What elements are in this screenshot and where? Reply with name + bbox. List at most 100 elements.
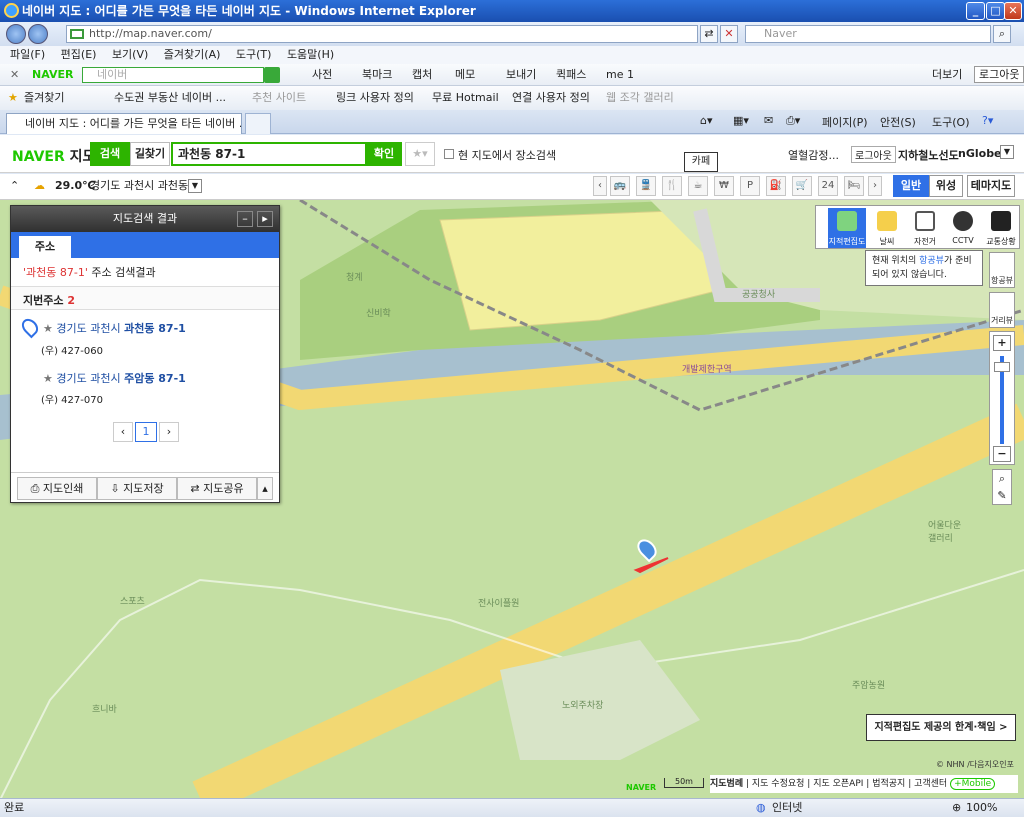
toolbar-send[interactable]: 보내기 (506, 64, 536, 85)
menu-edit[interactable]: 편집(E) (61, 48, 97, 61)
print-icon[interactable]: ⎙▾ (786, 114, 800, 128)
menu-help[interactable]: 도움말(H) (287, 48, 334, 61)
menu-file[interactable]: 파일(F) (10, 48, 45, 61)
confirm-button[interactable]: 확인 (366, 142, 402, 166)
location-dropdown-icon[interactable]: ▼ (188, 179, 202, 193)
page-number[interactable]: 1 (135, 422, 157, 442)
toolbar-close-icon[interactable]: ✕ (10, 64, 19, 85)
search-icon[interactable]: ⌕ (993, 25, 1011, 43)
shopping-icon[interactable]: 🛒 (792, 176, 812, 196)
zoom-out-button[interactable]: − (993, 446, 1011, 462)
cctv-button[interactable]: CCTV (944, 208, 982, 248)
naver-search-icon[interactable] (264, 67, 280, 83)
map-type-theme[interactable]: 테마지도 (967, 175, 1015, 197)
bank-icon[interactable]: ₩ (714, 176, 734, 196)
zoom-slider-handle[interactable] (994, 362, 1010, 372)
naver-toolbar-search[interactable]: 네이버 (82, 67, 264, 83)
actions-more-icon[interactable]: ▴ (257, 477, 273, 500)
mobile-link[interactable]: +Mobile (950, 778, 996, 790)
toolbar-quickpass[interactable]: 퀵패스 (556, 64, 586, 85)
address-input[interactable]: http://map.naver.com/ (66, 25, 698, 43)
collapse-icon[interactable]: ⌃ (10, 174, 19, 198)
restaurant-icon[interactable]: 🍴 (662, 176, 682, 196)
toolbar-dictionary[interactable]: 사전 (312, 64, 332, 85)
hotel-icon[interactable]: 🛏 (844, 176, 864, 196)
nglobe-link[interactable]: nGlobe (958, 147, 1002, 160)
feeds-icon[interactable]: ▦▾ (733, 114, 749, 127)
subway-map-link[interactable]: 지하철노선도 (898, 147, 959, 163)
back-icon[interactable] (6, 24, 26, 44)
help-icon[interactable]: ?▾ (982, 114, 993, 127)
fav-item-connect[interactable]: 연결 사용자 정의 (512, 86, 590, 110)
tools-menu[interactable]: 도구(O) (932, 114, 969, 130)
toolbar-me[interactable]: me 1 (606, 64, 634, 85)
gas-icon[interactable]: ⛽ (766, 176, 786, 196)
menu-favorites[interactable]: 즐겨찾기(A) (164, 48, 221, 61)
toolbar-more[interactable]: 더보기 (932, 64, 962, 85)
street-view-button[interactable]: 거리뷰 (989, 292, 1015, 328)
result-item[interactable]: ★ 경기도 과천시 주암동 87-1 (43, 370, 186, 386)
page-menu[interactable]: 페이지(P) (822, 114, 868, 130)
traffic-button[interactable]: 교통상황 (982, 208, 1020, 248)
new-tab-button[interactable] (245, 113, 271, 134)
fav-item-hotmail[interactable]: 무료 Hotmail (432, 86, 499, 110)
zoom-in-button[interactable]: + (993, 335, 1011, 351)
tab-naver-map[interactable]: 네이버 지도 : 어디를 가든 무엇을 타든 네이버 ... (6, 113, 242, 134)
magnifier-icon[interactable]: ⌕ (999, 472, 1005, 485)
favorite-star-button[interactable]: ★▾ (405, 142, 435, 166)
search-tab[interactable]: 검색 (90, 142, 130, 166)
24h-icon[interactable]: 24 (818, 176, 838, 196)
recent-dropdown[interactable]: 열혈감정... (788, 147, 839, 163)
cafe-icon[interactable]: ☕ (688, 176, 708, 196)
minimize-button[interactable]: _ (966, 2, 985, 20)
in-map-search-checkbox[interactable] (444, 149, 454, 159)
toolbar-memo[interactable]: 메모 (455, 64, 475, 85)
tab-address[interactable]: 주소 (19, 236, 71, 258)
home-icon[interactable]: ⌂▾ (700, 114, 713, 127)
category-next-icon[interactable]: › (868, 176, 882, 196)
save-map-button[interactable]: ⇩ 지도저장 (97, 477, 177, 500)
mail-icon[interactable]: ✉ (764, 114, 773, 127)
result-item[interactable]: ★ 경기도 과천시 과천동 87-1 (43, 320, 186, 336)
header-dropdown-icon[interactable]: ▼ (1000, 145, 1014, 159)
fav-item-links[interactable]: 링크 사용자 정의 (336, 86, 414, 110)
bicycle-button[interactable]: 자전거 (906, 208, 944, 248)
zoom-level[interactable]: 100% (966, 799, 997, 817)
cadastral-notice-button[interactable]: 지적편집도 제공의 한계·책임 > (866, 714, 1016, 741)
refresh-button[interactable]: ⇄ (700, 25, 718, 43)
support-link[interactable]: 고객센터 (914, 779, 947, 789)
map-type-normal[interactable]: 일반 (893, 175, 929, 197)
category-prev-icon[interactable]: ‹ (593, 176, 607, 196)
cadastral-map-button[interactable]: 지적편집도 (828, 208, 866, 248)
share-map-button[interactable]: ⇄ 지도공유 (177, 477, 257, 500)
panel-expand-icon[interactable]: ▸ (257, 211, 273, 227)
weather-button[interactable]: 날씨 (868, 208, 906, 248)
zoom-level-icon[interactable]: ⊕ (952, 799, 961, 817)
menu-tools[interactable]: 도구(T) (236, 48, 272, 61)
print-map-button[interactable]: ⎙ 지도인쇄 (17, 477, 97, 500)
prev-page-icon[interactable]: ‹ (113, 422, 133, 442)
map-search-input[interactable]: 과천동 87-1 (171, 142, 367, 166)
panel-minimize-icon[interactable]: – (237, 211, 253, 227)
route-tab[interactable]: 길찾기 (130, 142, 170, 166)
safety-menu[interactable]: 안전(S) (880, 114, 916, 130)
forward-icon[interactable] (28, 24, 48, 44)
map-logout-button[interactable]: 로그아웃 (851, 146, 896, 163)
fav-item-webslice[interactable]: 웹 조각 갤러리 (606, 86, 674, 110)
close-button[interactable]: ✕ (1004, 2, 1022, 20)
next-page-icon[interactable]: › (159, 422, 179, 442)
fav-item-realestate[interactable]: 수도권 부동산 네이버 ... (114, 86, 226, 110)
ruler-icon[interactable]: ✎ (997, 489, 1006, 502)
toolbar-logout-button[interactable]: 로그아웃 (974, 66, 1024, 83)
maximize-button[interactable]: □ (986, 2, 1005, 20)
legend-link[interactable]: 지도범례 (710, 779, 743, 789)
toolbar-capture[interactable]: 캡처 (412, 64, 432, 85)
train-icon[interactable]: 🚆 (636, 176, 656, 196)
stop-button[interactable]: ✕ (720, 25, 738, 43)
menu-view[interactable]: 보기(V) (112, 48, 148, 61)
bus-icon[interactable]: 🚌 (610, 176, 630, 196)
naver-map-logo[interactable]: NAVER 지도 (12, 146, 95, 166)
browser-search-input[interactable]: Naver (745, 25, 991, 43)
toolbar-bookmark[interactable]: 북마크 (362, 64, 392, 85)
favorites-button[interactable]: 즐겨찾기 (24, 86, 64, 110)
